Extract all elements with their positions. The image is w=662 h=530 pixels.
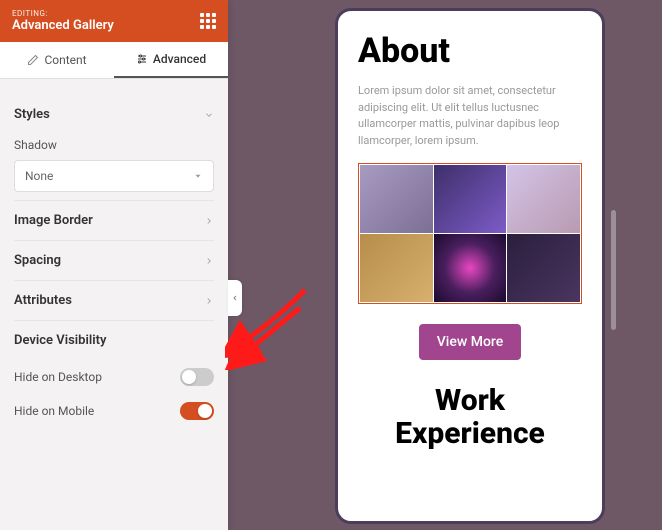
hide-desktop-toggle[interactable]: [180, 368, 214, 386]
about-heading: About: [358, 31, 582, 71]
sliders-icon: [136, 53, 148, 65]
view-more-button[interactable]: View More: [419, 324, 521, 360]
hide-desktop-label: Hide on Desktop: [14, 370, 102, 384]
section-image-border-label: Image Border: [14, 213, 93, 228]
section-device-visibility-label: Device Visibility: [14, 333, 106, 348]
about-text: Lorem ipsum dolor sit amet, consectetur …: [358, 83, 582, 149]
gallery-block[interactable]: [358, 163, 582, 304]
gallery-thumb[interactable]: [360, 165, 433, 233]
section-styles[interactable]: Styles: [14, 95, 214, 134]
gallery-thumb[interactable]: [360, 234, 433, 302]
tab-advanced-label: Advanced: [153, 52, 206, 66]
tab-content[interactable]: Content: [0, 42, 114, 78]
section-image-border[interactable]: Image Border: [14, 201, 214, 240]
editing-label: EDITING:: [12, 9, 114, 18]
chevron-left-icon: [231, 293, 239, 303]
apps-icon[interactable]: [200, 13, 216, 29]
preview-content[interactable]: About Lorem ipsum dolor sit amet, consec…: [338, 11, 602, 521]
chevron-right-icon: [204, 256, 214, 266]
section-device-visibility[interactable]: Device Visibility: [14, 321, 214, 360]
hide-mobile-label: Hide on Mobile: [14, 404, 94, 418]
gallery-thumb[interactable]: [507, 165, 580, 233]
section-spacing[interactable]: Spacing: [14, 241, 214, 280]
panel: Styles Shadow None Image Border Spacing …: [0, 79, 228, 530]
caret-down-icon: [193, 171, 203, 181]
mobile-preview: About Lorem ipsum dolor sit amet, consec…: [335, 8, 605, 524]
scrollbar[interactable]: [611, 210, 616, 330]
collapse-sidebar-button[interactable]: [228, 280, 242, 316]
pencil-icon: [27, 54, 39, 66]
gallery-thumb[interactable]: [434, 234, 507, 302]
chevron-right-icon: [204, 296, 214, 306]
section-styles-label: Styles: [14, 107, 50, 122]
gallery-thumb[interactable]: [507, 234, 580, 302]
work-heading: Work Experience: [358, 384, 582, 450]
shadow-label: Shadow: [14, 134, 214, 156]
shadow-select[interactable]: None: [14, 160, 214, 192]
section-spacing-label: Spacing: [14, 253, 61, 268]
block-name: Advanced Gallery: [12, 18, 114, 33]
tab-content-label: Content: [44, 53, 86, 67]
editor-header: EDITING: Advanced Gallery: [0, 0, 228, 42]
chevron-down-icon: [204, 110, 214, 120]
chevron-right-icon: [204, 216, 214, 226]
editor-sidebar: EDITING: Advanced Gallery Content Advanc…: [0, 0, 228, 530]
hide-mobile-toggle[interactable]: [180, 402, 214, 420]
hide-mobile-row: Hide on Mobile: [14, 394, 214, 428]
tab-advanced[interactable]: Advanced: [114, 42, 228, 78]
section-attributes[interactable]: Attributes: [14, 281, 214, 320]
hide-desktop-row: Hide on Desktop: [14, 360, 214, 394]
gallery-thumb[interactable]: [434, 165, 507, 233]
section-attributes-label: Attributes: [14, 293, 72, 308]
shadow-value: None: [25, 169, 53, 183]
tabs: Content Advanced: [0, 42, 228, 79]
